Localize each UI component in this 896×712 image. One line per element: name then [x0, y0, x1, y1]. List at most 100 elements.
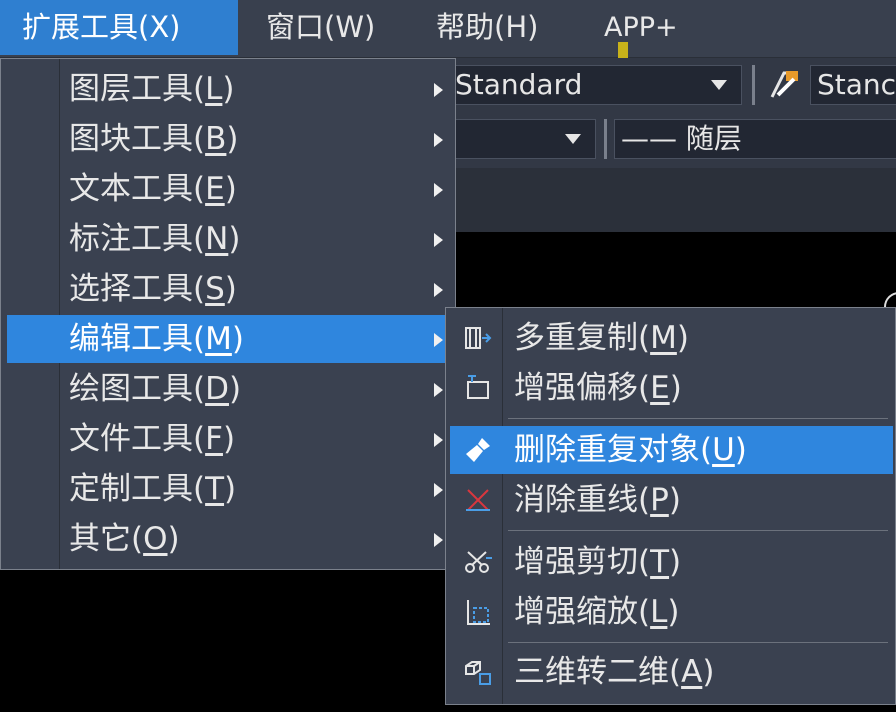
chevron-right-icon — [434, 233, 443, 247]
submenu-item-label: 多重复制( — [514, 320, 651, 356]
submenu-item-key: U — [712, 432, 735, 468]
chevron-right-icon — [434, 133, 443, 147]
submenu-item-3d-to-2d[interactable]: 三维转二维(A) — [450, 648, 893, 696]
submenu-item-end: ) — [669, 544, 682, 580]
menu-item-key: D — [205, 371, 229, 407]
submenu-item-key: M — [650, 320, 677, 356]
text-style-value: Standard — [455, 68, 583, 101]
3d-to-2d-icon — [465, 661, 491, 685]
menu-item-draw-tools[interactable]: 绘图工具(D) — [3, 365, 453, 413]
submenu-item-key: P — [650, 482, 669, 518]
scale-icon — [467, 600, 490, 625]
menu-item-label: 编辑工具( — [69, 321, 206, 357]
menu-item-end: ) — [228, 371, 242, 407]
chevron-right-icon — [434, 533, 443, 547]
submenu-separator — [508, 418, 888, 419]
menu-item-end: ) — [222, 71, 235, 107]
submenu-item-enhanced-scale[interactable]: 增强缩放(L) — [450, 588, 893, 636]
edit-tools-submenu: 多重复制(M) 增强偏移(E) 删除重复对象(U) 消除重线(P) 增强剪切(T… — [445, 307, 896, 705]
menu-item-end: ) — [226, 121, 239, 157]
menu-app-plus[interactable]: APP+ — [582, 0, 700, 55]
menu-item-edit-tools[interactable]: 编辑工具(M) — [7, 315, 453, 363]
menu-item-select-tools[interactable]: 选择工具(S) — [3, 265, 453, 313]
menu-item-label: 其它( — [69, 521, 144, 557]
menu-item-key: N — [205, 221, 229, 257]
menu-item-end: ) — [224, 471, 237, 507]
menu-extension-tools[interactable]: 扩展工具(X) — [0, 0, 238, 55]
menu-item-label: 文本工具( — [69, 171, 206, 207]
chevron-right-icon — [434, 433, 443, 447]
menu-item-end: ) — [224, 171, 237, 207]
submenu-item-label: 增强偏移( — [514, 370, 651, 406]
menu-bar: 扩展工具(X) 窗口(W) 帮助(H) APP+ — [0, 0, 896, 58]
extension-tools-menu: 图层工具(L) 图块工具(B) 文本工具(E) 标注工具(N) 选择工具(S) … — [0, 58, 456, 570]
text-style-combo[interactable]: Standard — [448, 65, 742, 105]
chevron-right-icon — [434, 83, 443, 97]
submenu-item-end: ) — [667, 594, 680, 630]
overkill-icon — [466, 489, 490, 511]
menu-item-end: ) — [224, 271, 237, 307]
menu-item-end: ) — [228, 221, 241, 257]
menu-item-key: T — [205, 471, 225, 507]
dim-style-combo[interactable]: Stanc — [810, 65, 896, 105]
menu-window[interactable]: 窗口(W) — [244, 0, 397, 55]
submenu-item-key: L — [650, 594, 668, 630]
chevron-right-icon — [434, 383, 443, 397]
submenu-item-key: E — [650, 370, 670, 406]
dim-style-icon[interactable] — [764, 65, 804, 105]
submenu-item-multi-copy[interactable]: 多重复制(M) — [450, 314, 893, 362]
submenu-item-label: 删除重复对象( — [514, 432, 713, 468]
submenu-item-label: 增强剪切( — [514, 544, 651, 580]
menu-item-key: L — [205, 71, 223, 107]
menu-item-end: ) — [231, 321, 244, 357]
linetype-value: —— 随层 — [621, 122, 742, 155]
menu-item-label: 选择工具( — [69, 271, 206, 307]
menu-item-block-tools[interactable]: 图块工具(B) — [3, 115, 453, 163]
menu-item-end: ) — [222, 421, 236, 457]
menu-item-label: 图层工具( — [69, 71, 206, 107]
offset-icon — [467, 375, 489, 399]
submenu-item-overkill[interactable]: 消除重线(P) — [450, 476, 893, 524]
submenu-item-enhanced-offset[interactable]: 增强偏移(E) — [450, 364, 893, 412]
menu-item-key: E — [205, 171, 225, 207]
chevron-right-icon — [434, 283, 443, 297]
chevron-right-icon — [434, 483, 443, 497]
menu-item-text-tools[interactable]: 文本工具(E) — [3, 165, 453, 213]
toolbar-separator — [752, 65, 755, 105]
menu-item-key: S — [205, 271, 225, 307]
broom-icon — [466, 438, 490, 462]
submenu-separator — [508, 642, 888, 643]
submenu-item-end: ) — [669, 370, 682, 406]
chevron-down-icon — [711, 80, 727, 90]
menu-item-key: O — [143, 521, 168, 557]
menu-item-key: B — [205, 121, 227, 157]
menu-item-other[interactable]: 其它(O) — [3, 515, 453, 563]
menu-item-label: 图块工具( — [69, 121, 206, 157]
menu-item-custom-tools[interactable]: 定制工具(T) — [3, 465, 453, 513]
menu-item-dimension-tools[interactable]: 标注工具(N) — [3, 215, 453, 263]
dim-style-value: Stanc — [817, 68, 896, 101]
menu-item-label: 定制工具( — [69, 471, 206, 507]
linetype-combo[interactable]: —— 随层 — [614, 119, 896, 159]
menu-item-label: 绘图工具( — [69, 371, 206, 407]
multi-copy-icon — [465, 327, 492, 349]
submenu-item-enhanced-trim[interactable]: 增强剪切(T) — [450, 538, 893, 586]
menu-item-key: M — [205, 321, 232, 357]
submenu-item-end: ) — [734, 432, 747, 468]
menu-help[interactable]: 帮助(H) — [414, 0, 560, 55]
submenu-item-key: T — [650, 544, 670, 580]
menu-item-file-tools[interactable]: 文件工具(F) — [3, 415, 453, 463]
menu-item-end: ) — [167, 521, 180, 557]
color-combo[interactable] — [448, 119, 596, 159]
submenu-item-end: ) — [676, 320, 689, 356]
menu-item-label: 文件工具( — [69, 421, 206, 457]
menu-item-key: F — [205, 421, 223, 457]
toolbar-separator — [604, 119, 607, 159]
scissors-icon — [465, 551, 492, 573]
submenu-item-label: 增强缩放( — [514, 594, 651, 630]
submenu-item-label: 消除重线( — [514, 482, 651, 518]
submenu-item-key: A — [681, 654, 703, 690]
submenu-item-delete-duplicates[interactable]: 删除重复对象(U) — [450, 426, 893, 474]
submenu-separator — [508, 530, 888, 531]
menu-item-layer-tools[interactable]: 图层工具(L) — [3, 65, 453, 113]
